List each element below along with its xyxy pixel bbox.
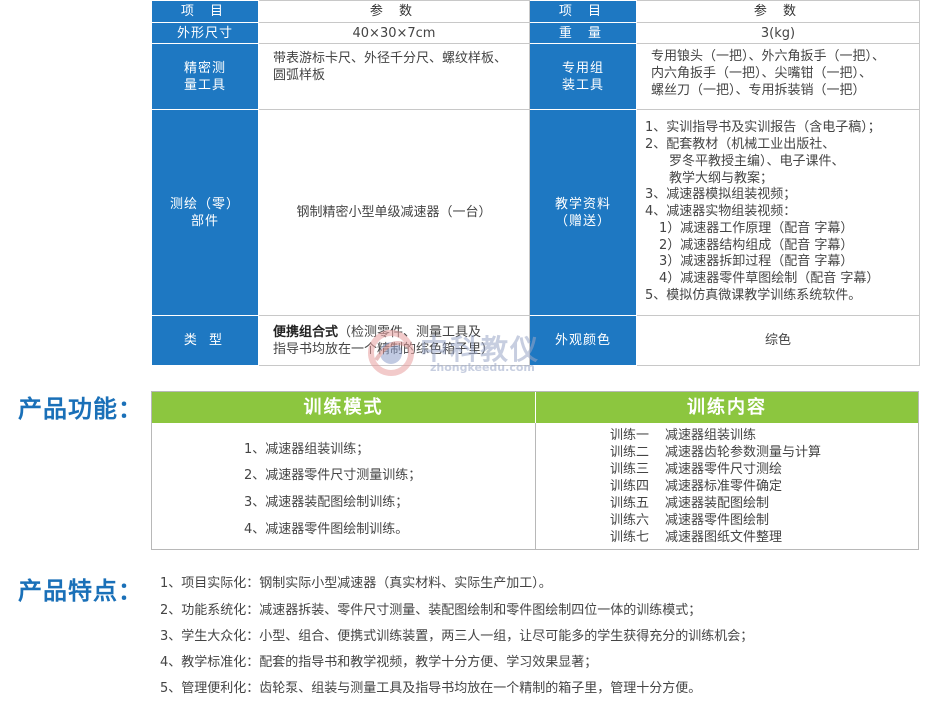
feature-item: 2、功能系统化：减速器拆装、零件尺寸测量、装配图绘制和零件图绘制四位一体的训练模…: [160, 603, 702, 618]
feature-item: 1、项目实际化：钢制实际小型减速器（真实材料、实际生产加工）。: [160, 576, 552, 591]
mode-item: 2、减速器零件尺寸测量训练；: [244, 468, 422, 483]
training-content-header: 训练内容: [536, 392, 918, 423]
tools-row: 精密测 量工具 带表游标卡尺、外径千分尺、螺纹样板、 圆弧样板 专用组 装工具 …: [151, 43, 920, 110]
watermark-en: zhongkeedu.com: [430, 361, 535, 374]
mode-item: 3、减速器装配图绘制训练；: [244, 495, 409, 510]
header-item: 项 目: [151, 0, 259, 23]
assembly-tools-label: 专用组 装工具: [529, 43, 637, 110]
column-divider: [535, 423, 536, 549]
weight-value: 3(kg): [636, 22, 920, 44]
spec-header-row: 项 目 参 数 项 目 参 数: [151, 0, 920, 23]
content-item: 训练三 减速器零件尺寸测绘: [610, 462, 783, 477]
functions-title: 产品功能：: [18, 395, 143, 423]
watermark-logo-icon: [368, 330, 414, 376]
measure-tools-label: 精密测 量工具: [151, 43, 259, 110]
mode-item: 4、减速器零件图绘制训练。: [244, 522, 409, 537]
header-param-2: 参 数: [636, 0, 920, 23]
feature-item: 4、教学标准化：配套的指导书和教学视频，教学十分方便、学习效果显著；: [160, 655, 598, 670]
materials-value: 1、实训指导书及实训报告（含电子稿）； 2、配套教材（机械工业出版社、 罗冬平教…: [636, 109, 920, 316]
content-item: 训练七 减速器图纸文件整理: [610, 530, 783, 545]
content-item: 训练五 减速器装配图绘制: [610, 496, 770, 511]
content-item: 训练六 减速器零件图绘制: [610, 513, 770, 528]
color-value: 综色: [636, 315, 920, 366]
size-value: 40×30×7cm: [258, 22, 530, 44]
header-item-2: 项 目: [529, 0, 637, 23]
type-value-bold: 便携组合式: [273, 324, 339, 340]
features-title: 产品特点：: [18, 577, 143, 605]
training-mode-header: 训练模式: [152, 392, 535, 423]
content-item: 训练二 减速器齿轮参数测量与计算: [610, 445, 822, 460]
materials-label: 教学资料 （赠送）: [529, 109, 637, 316]
feature-item: 5、管理便利化：齿轮泵、组装与测量工具及指导书均放在一个精制的箱子里，管理十分方…: [160, 681, 702, 696]
type-label: 类 型: [151, 315, 259, 366]
parts-label: 测绘（零） 部件: [151, 109, 259, 316]
size-weight-row: 外形尺寸 40×30×7cm 重 量 3(kg): [151, 22, 920, 44]
content-item: 训练四 减速器标准零件确定: [610, 479, 783, 494]
content-item: 训练一 减速器组装训练: [610, 428, 757, 443]
parts-value: 钢制精密小型单级减速器（一台）: [258, 109, 530, 316]
training-table: 训练模式 训练内容 1、减速器组装训练； 2、减速器零件尺寸测量训练； 3、减速…: [151, 391, 919, 550]
measure-tools-value: 带表游标卡尺、外径千分尺、螺纹样板、 圆弧样板: [258, 43, 530, 110]
feature-item: 3、学生大众化：小型、组合、便携式训练装置，两三人一组，让尽可能多的学生获得充分…: [160, 629, 754, 644]
assembly-tools-value: 专用锒头（一把）、外六角扳手（一把）、 内六角扳手（一把）、尖嘴钳（一把）、 螺…: [636, 43, 920, 110]
watermark: 中科教仪 zhongkeedu.com: [368, 328, 578, 378]
mode-item: 1、减速器组装训练；: [244, 442, 370, 457]
spec-table: 项 目 参 数 项 目 参 数 外形尺寸 40×30×7cm 重 量 3(kg)…: [151, 0, 920, 366]
weight-label: 重 量: [529, 22, 637, 44]
parts-row: 测绘（零） 部件 钢制精密小型单级减速器（一台） 教学资料 （赠送） 1、实训指…: [151, 109, 920, 316]
size-label: 外形尺寸: [151, 22, 259, 44]
header-param: 参 数: [258, 0, 530, 23]
